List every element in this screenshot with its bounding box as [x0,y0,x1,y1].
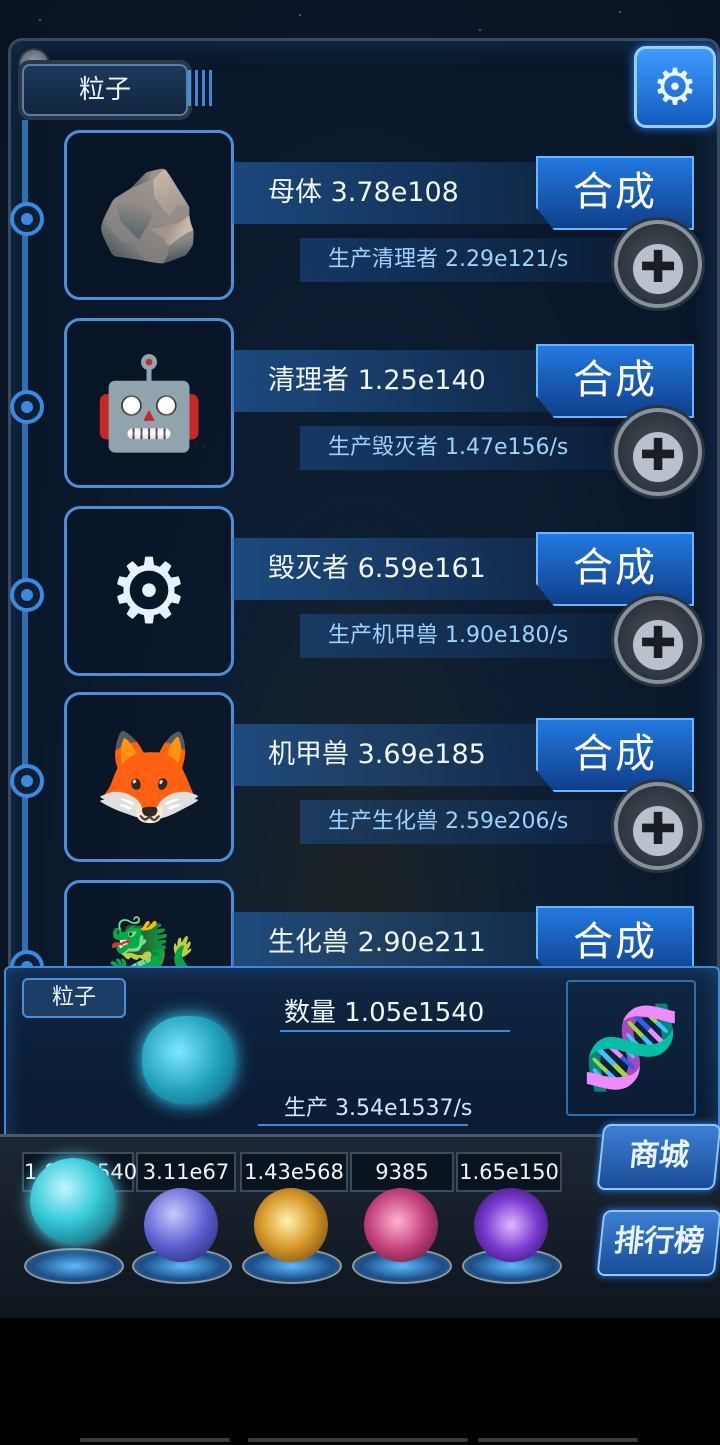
add-button[interactable]: ✚ [614,220,702,308]
unit-row: 🦊 机甲兽 3.69e185 合成 生产生化兽 2.59e206/s ✚ [0,692,720,872]
merge-button[interactable]: 合成 [536,532,694,606]
add-button[interactable]: ✚ [614,408,702,496]
cleaner-robot-icon: 🤖 [64,318,234,488]
particle-orb-icon[interactable] [30,1158,116,1244]
tab-decor [188,70,214,106]
resource-value: 3.11e67 [136,1152,236,1192]
particle-production: 生产 3.54e1537/s [284,1096,473,1121]
destroyer-mech-icon: ⚙ [64,506,234,676]
game-stage: 粒子 ⚙ 🪨 母体 3.78e108 合成 生产清理者 2.29e121/s ✚… [0,0,720,1318]
plus-icon: ✚ [633,244,683,294]
particle-count: 数量 1.05e1540 [284,998,485,1028]
resource-value: 1.65e150 [456,1152,562,1192]
plus-icon: ✚ [633,806,683,856]
unit-name: 母体 3.78e108 [232,162,582,224]
settings-button[interactable]: ⚙ [634,46,716,128]
nav-indicator [248,1438,468,1442]
particle-cluster-icon [142,1016,234,1104]
nav-indicator [80,1438,230,1442]
merge-button[interactable]: 合成 [536,156,694,230]
merge-button[interactable]: 合成 [536,344,694,418]
unit-name: 毁灭者 6.59e161 [232,538,582,600]
add-button[interactable]: ✚ [614,596,702,684]
add-button[interactable]: ✚ [614,782,702,870]
unit-row: ⚙ 毁灭者 6.59e161 合成 生产机甲兽 1.90e180/s ✚ [0,506,720,686]
plus-icon: ✚ [633,432,683,482]
mother-creature-icon: 🪨 [64,130,234,300]
unit-row: 🤖 清理者 1.25e140 合成 生产毁灭者 1.47e156/s ✚ [0,318,720,498]
unit-production: 生产机甲兽 1.90e180/s [300,614,620,658]
lightning-orb-icon[interactable] [144,1188,218,1262]
mecha-beast-icon: 🦊 [64,692,234,862]
vortex-orb-icon[interactable] [474,1188,548,1262]
unit-name: 机甲兽 3.69e185 [232,724,582,786]
circuit-line [280,1030,510,1032]
unit-production: 生产生化兽 2.59e206/s [300,800,620,844]
orb-pedestal [24,1248,124,1284]
merge-button[interactable]: 合成 [536,718,694,792]
plus-icon: ✚ [633,620,683,670]
gear-icon: ⚙ [652,58,698,116]
circuit-line [258,1124,468,1126]
ranking-button[interactable]: 排行榜 [596,1210,720,1276]
resource-value: 9385 [350,1152,454,1192]
summary-label: 粒子 [22,978,126,1018]
category-tab[interactable]: 粒子 [22,64,188,116]
unit-production: 生产清理者 2.29e121/s [300,238,620,282]
shop-button[interactable]: 商城 [596,1124,720,1190]
system-navbar [0,1318,720,1445]
resource-value: 1.43e568 [240,1152,348,1192]
unit-name: 生化兽 2.90e211 [232,912,582,974]
fire-orb-icon[interactable] [254,1188,328,1262]
brain-orb-icon[interactable] [364,1188,438,1262]
dna-icon: 🧬 [566,980,696,1116]
unit-row: 🪨 母体 3.78e108 合成 生产清理者 2.29e121/s ✚ [0,130,720,310]
nav-indicator [478,1438,638,1442]
unit-production: 生产毁灭者 1.47e156/s [300,426,620,470]
unit-name: 清理者 1.25e140 [232,350,582,412]
